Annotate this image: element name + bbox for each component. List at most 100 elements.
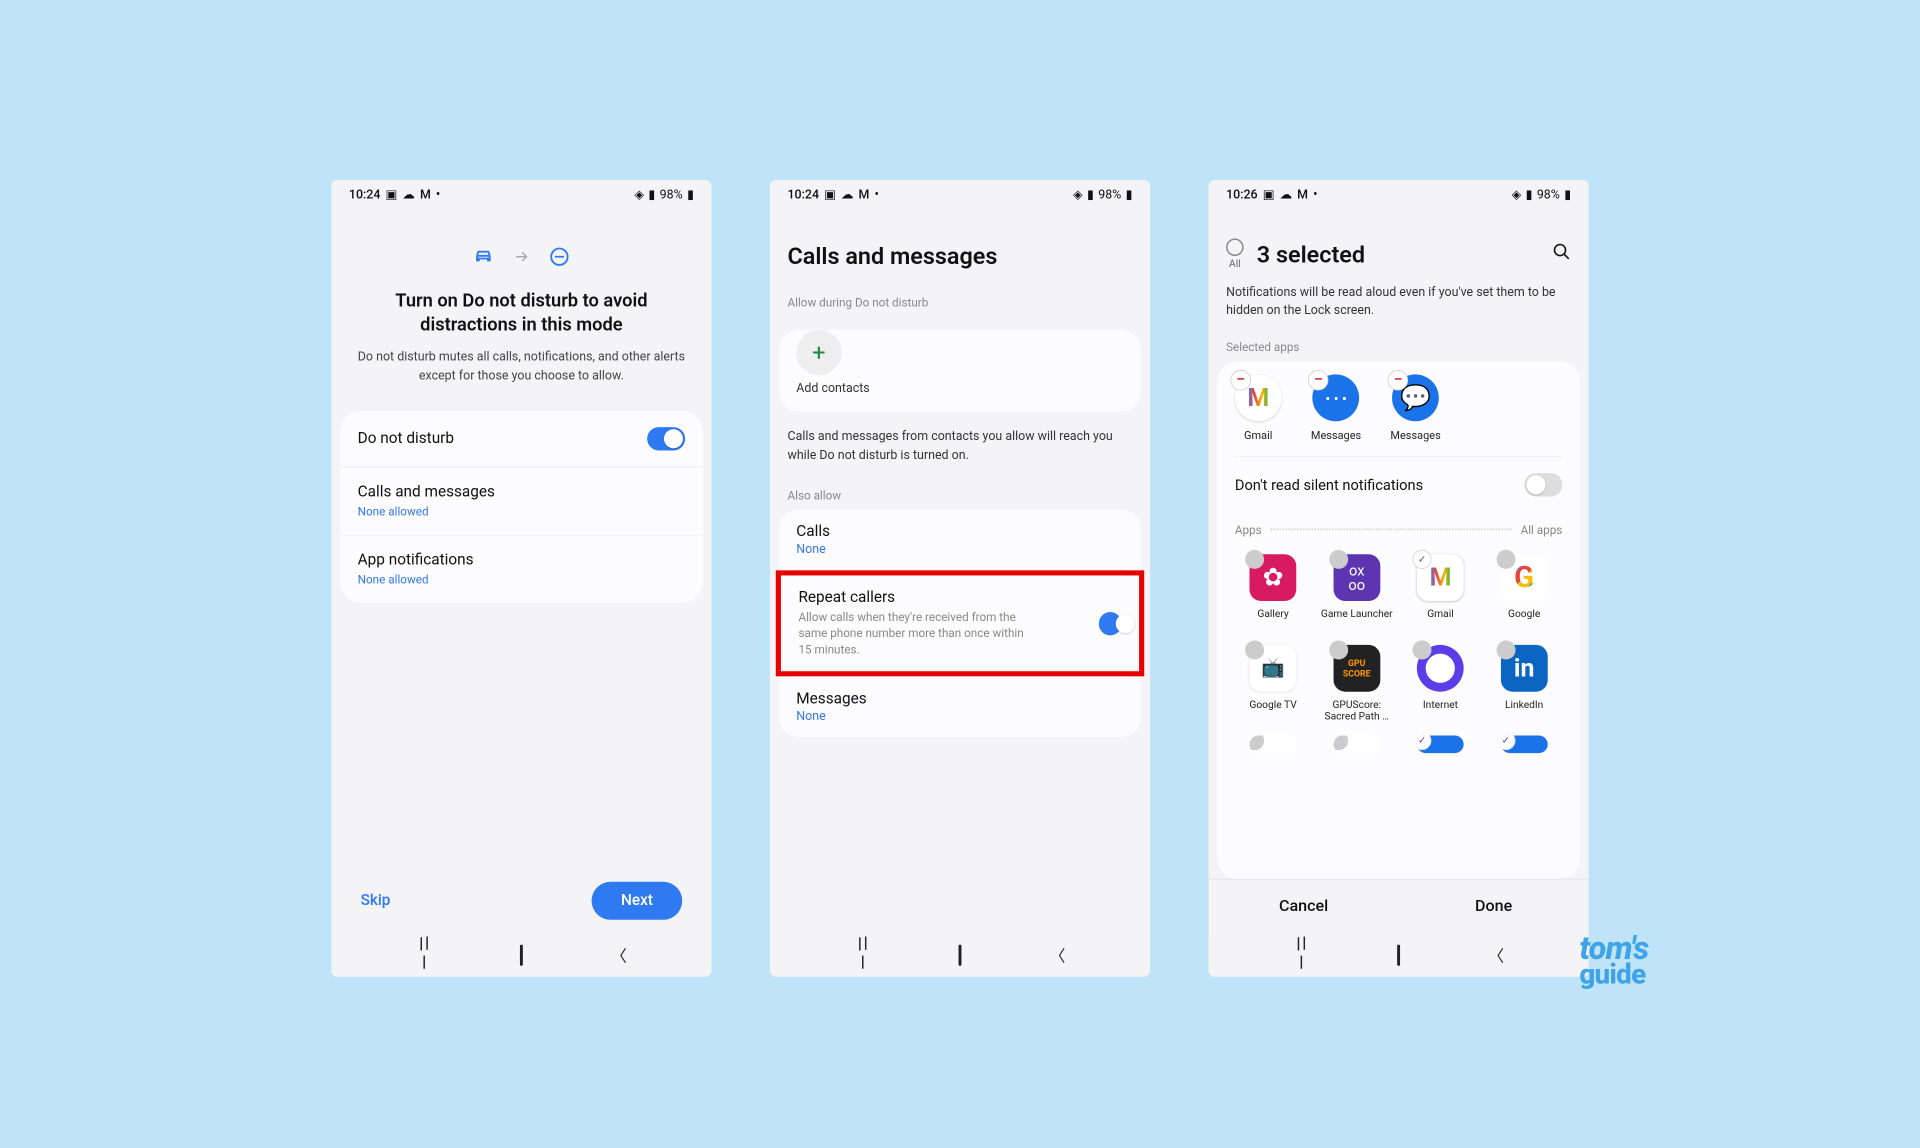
battery-icon: ▮: [1126, 187, 1133, 202]
search-button[interactable]: [1552, 242, 1571, 266]
remove-icon[interactable]: −: [1388, 370, 1408, 390]
cloud-icon: ☁: [402, 187, 414, 202]
repeat-callers-row[interactable]: Repeat callers Allow calls when they're …: [776, 570, 1144, 676]
repeat-desc: Allow calls when they're received from t…: [798, 609, 1033, 658]
selected-app-messages-2[interactable]: − 💬 Messages: [1390, 374, 1440, 441]
apps-label: Apps: [1235, 523, 1262, 537]
app-partial-4[interactable]: ✓: [1486, 735, 1562, 753]
check-icon: [1245, 550, 1264, 569]
cancel-button[interactable]: Cancel: [1209, 880, 1399, 933]
battery-pct: 98%: [660, 187, 683, 202]
app-partial-1[interactable]: [1235, 735, 1311, 753]
gallery-indicator-icon: ▣: [824, 187, 836, 202]
apps-sub: None allowed: [358, 573, 429, 587]
app-linkedin[interactable]: inLinkedIn: [1486, 645, 1562, 721]
dnd-icon: [548, 246, 570, 268]
phone-2: 10:24 ▣ ☁ M • ◈ ▮ 98% ▮ Calls and messag…: [770, 180, 1150, 977]
google-icon: G: [1501, 554, 1548, 601]
add-contacts-label: Add contacts: [779, 381, 1142, 409]
wifi-icon: ◈: [1512, 187, 1522, 202]
calls-messages-row[interactable]: Calls and messages None allowed: [340, 467, 703, 535]
app-internet[interactable]: Internet: [1402, 645, 1478, 721]
recents-button[interactable]: [848, 937, 877, 974]
gallery-icon: ✿: [1250, 554, 1297, 601]
phone-1: 10:24 ▣ ☁ M • ◈ ▮ 98% ▮ Turn on Do not d…: [331, 180, 711, 977]
selected-apps-label: Selected apps: [1209, 332, 1589, 361]
silent-toggle[interactable]: [1524, 473, 1562, 496]
recents-button[interactable]: [409, 937, 438, 974]
dnd-toggle[interactable]: [647, 427, 685, 450]
back-button[interactable]: 〈: [1481, 943, 1510, 966]
skip-button[interactable]: Skip: [361, 892, 391, 910]
check-icon: [1413, 640, 1432, 659]
navbar: 〈: [331, 933, 711, 977]
check-icon: [1329, 640, 1348, 659]
gmail-icon: − M: [1235, 374, 1282, 421]
selected-app-messages-1[interactable]: − ⋯ Messages: [1311, 374, 1361, 441]
gallery-indicator-icon: ▣: [1263, 187, 1275, 202]
linkedin-icon: in: [1501, 645, 1548, 692]
remove-icon[interactable]: −: [1308, 370, 1328, 390]
phone-3: 10:26 ▣ ☁ M • ◈ ▮ 98% ▮ All 3 selected N…: [1209, 180, 1589, 977]
info-text: Calls and messages from contacts you all…: [770, 412, 1150, 481]
hero-subtitle: Do not disturb mutes all calls, notifica…: [331, 337, 711, 411]
app-google[interactable]: GGoogle: [1486, 554, 1562, 630]
statusbar: 10:26 ▣ ☁ M • ◈ ▮ 98% ▮: [1209, 180, 1589, 209]
silent-notifications-row[interactable]: Don't read silent notifications: [1217, 457, 1580, 513]
all-apps-button[interactable]: All apps: [1521, 523, 1563, 537]
app-gpuscore[interactable]: GPUSCOREGPUScore: Sacred Path …: [1319, 645, 1395, 721]
wifi-icon: ◈: [1073, 187, 1083, 202]
dnd-label: Do not disturb: [358, 430, 454, 448]
battery-pct: 98%: [1537, 187, 1560, 202]
add-contacts-button[interactable]: +: [796, 330, 841, 375]
partial-icon: ✓: [1417, 735, 1464, 753]
app-gmail[interactable]: ✓MGmail: [1402, 554, 1478, 630]
search-icon: [1552, 242, 1571, 261]
check-icon: [1333, 735, 1348, 750]
app-game-launcher[interactable]: oxooGame Launcher: [1319, 554, 1395, 630]
messages-icon: − 💬: [1392, 374, 1439, 421]
gallery-indicator-icon: ▣: [386, 187, 398, 202]
app-google-tv[interactable]: 📺Google TV: [1235, 645, 1311, 721]
recents-button[interactable]: [1287, 937, 1316, 974]
check-icon: ✓: [1413, 550, 1432, 569]
selection-title: 3 selected: [1257, 240, 1539, 268]
game-launcher-icon: oxoo: [1333, 554, 1380, 601]
statusbar: 10:24 ▣ ☁ M • ◈ ▮ 98% ▮: [770, 180, 1150, 209]
partial-icon: ✓: [1501, 735, 1548, 753]
cloud-icon: ☁: [841, 187, 853, 202]
internet-icon: [1417, 645, 1464, 692]
back-button[interactable]: 〈: [604, 943, 633, 966]
home-button[interactable]: [507, 946, 536, 964]
gpuscore-icon: GPUSCORE: [1333, 645, 1380, 692]
home-button[interactable]: [1384, 946, 1413, 964]
repeat-toggle[interactable]: [1099, 612, 1121, 635]
check-icon: ✓: [1501, 735, 1516, 750]
done-button[interactable]: Done: [1399, 880, 1589, 933]
allow-during-label: Allow during Do not disturb: [770, 288, 1150, 317]
messages-icon: − ⋯: [1313, 374, 1360, 421]
select-all-button[interactable]: All: [1226, 238, 1244, 269]
selected-app-gmail[interactable]: − M Gmail: [1235, 374, 1282, 441]
back-button[interactable]: 〈: [1043, 943, 1072, 966]
messages-sub: None: [796, 709, 1123, 724]
gmail-indicator-icon: M: [420, 187, 431, 202]
dnd-row[interactable]: Do not disturb: [340, 411, 703, 467]
app-gallery[interactable]: ✿Gallery: [1235, 554, 1311, 630]
next-button[interactable]: Next: [592, 882, 682, 920]
dot-icon: •: [1313, 187, 1317, 202]
home-button[interactable]: [945, 946, 974, 964]
remove-icon[interactable]: −: [1230, 370, 1250, 390]
gmail-indicator-icon: M: [1297, 187, 1308, 202]
app-notifications-row[interactable]: App notifications None allowed: [340, 535, 703, 602]
app-label: Gmail: [1244, 428, 1272, 441]
messages-row[interactable]: Messages None: [779, 677, 1142, 737]
all-label: All: [1229, 258, 1241, 270]
wifi-icon: ◈: [634, 187, 644, 202]
app-partial-3[interactable]: ✓: [1402, 735, 1478, 753]
calls-row[interactable]: Calls None: [779, 510, 1142, 570]
app-partial-2[interactable]: [1319, 735, 1395, 753]
check-icon: [1245, 640, 1264, 659]
arrow-right-icon: [513, 248, 531, 266]
battery-icon: ▮: [1564, 187, 1571, 202]
